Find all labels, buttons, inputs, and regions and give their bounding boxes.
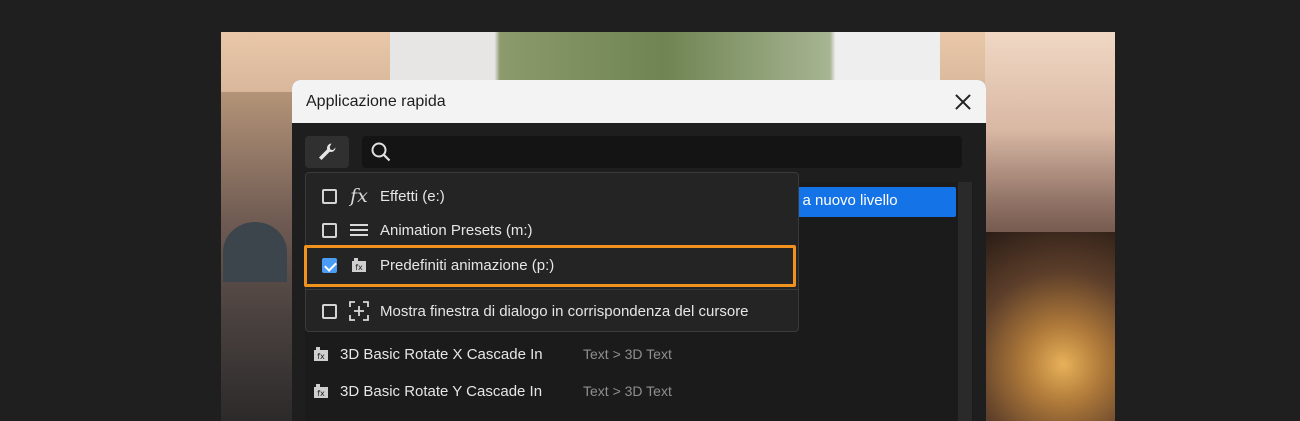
- show-at-cursor-checkbox[interactable]: [322, 303, 337, 319]
- photo-center-band: [390, 32, 940, 80]
- cursor-dialog-icon: [348, 300, 370, 322]
- list-item[interactable]: fx 3D Basic Rotate X Cascade In Text > 3…: [312, 339, 672, 369]
- list-lines-icon: [348, 219, 370, 241]
- highlight-outline: [304, 245, 796, 287]
- menu-item-show-at-cursor[interactable]: Mostra finestra di dialogo in corrispond…: [306, 294, 798, 328]
- fx-icon: fx: [350, 185, 368, 207]
- menu-divider: [306, 289, 798, 290]
- preset-icon: fx: [314, 347, 328, 361]
- menu-item-label: Animation Presets (m:): [380, 221, 533, 239]
- menu-item-label: Effetti (e:): [380, 187, 445, 205]
- animation-presets-checkbox[interactable]: [322, 222, 337, 238]
- scrollbar[interactable]: [958, 182, 972, 421]
- svg-text:fx: fx: [317, 389, 325, 398]
- menu-item-effects[interactable]: fx Effetti (e:): [306, 179, 798, 213]
- search-icon: [371, 142, 391, 162]
- effects-checkbox[interactable]: [322, 188, 337, 204]
- result-path: Text > 3D Text: [583, 346, 672, 362]
- close-button[interactable]: [952, 91, 974, 113]
- dialog-titlebar: Applicazione rapida: [292, 80, 986, 123]
- preset-icon: fx: [314, 384, 328, 398]
- result-title: 3D Basic Rotate Y Cascade In: [340, 382, 543, 400]
- menu-item-label: Mostra finestra di dialogo in corrispond…: [380, 302, 749, 320]
- selected-result-label: a a nuovo livello: [790, 192, 898, 209]
- dialog-title: Applicazione rapida: [306, 92, 446, 110]
- menu-item-animation-presets[interactable]: Animation Presets (m:): [306, 213, 798, 247]
- svg-text:fx: fx: [317, 352, 325, 361]
- search-input[interactable]: [362, 136, 962, 168]
- filter-wrench-button[interactable]: [305, 136, 349, 168]
- wrench-icon: [319, 143, 336, 160]
- result-title: 3D Basic Rotate X Cascade In: [340, 345, 543, 363]
- result-path: Text > 3D Text: [583, 383, 672, 399]
- photo-dome: [223, 222, 287, 282]
- photo-right-buildings: [985, 232, 1115, 421]
- list-item[interactable]: fx 3D Basic Rotate Y Cascade In Text > 3…: [312, 376, 672, 406]
